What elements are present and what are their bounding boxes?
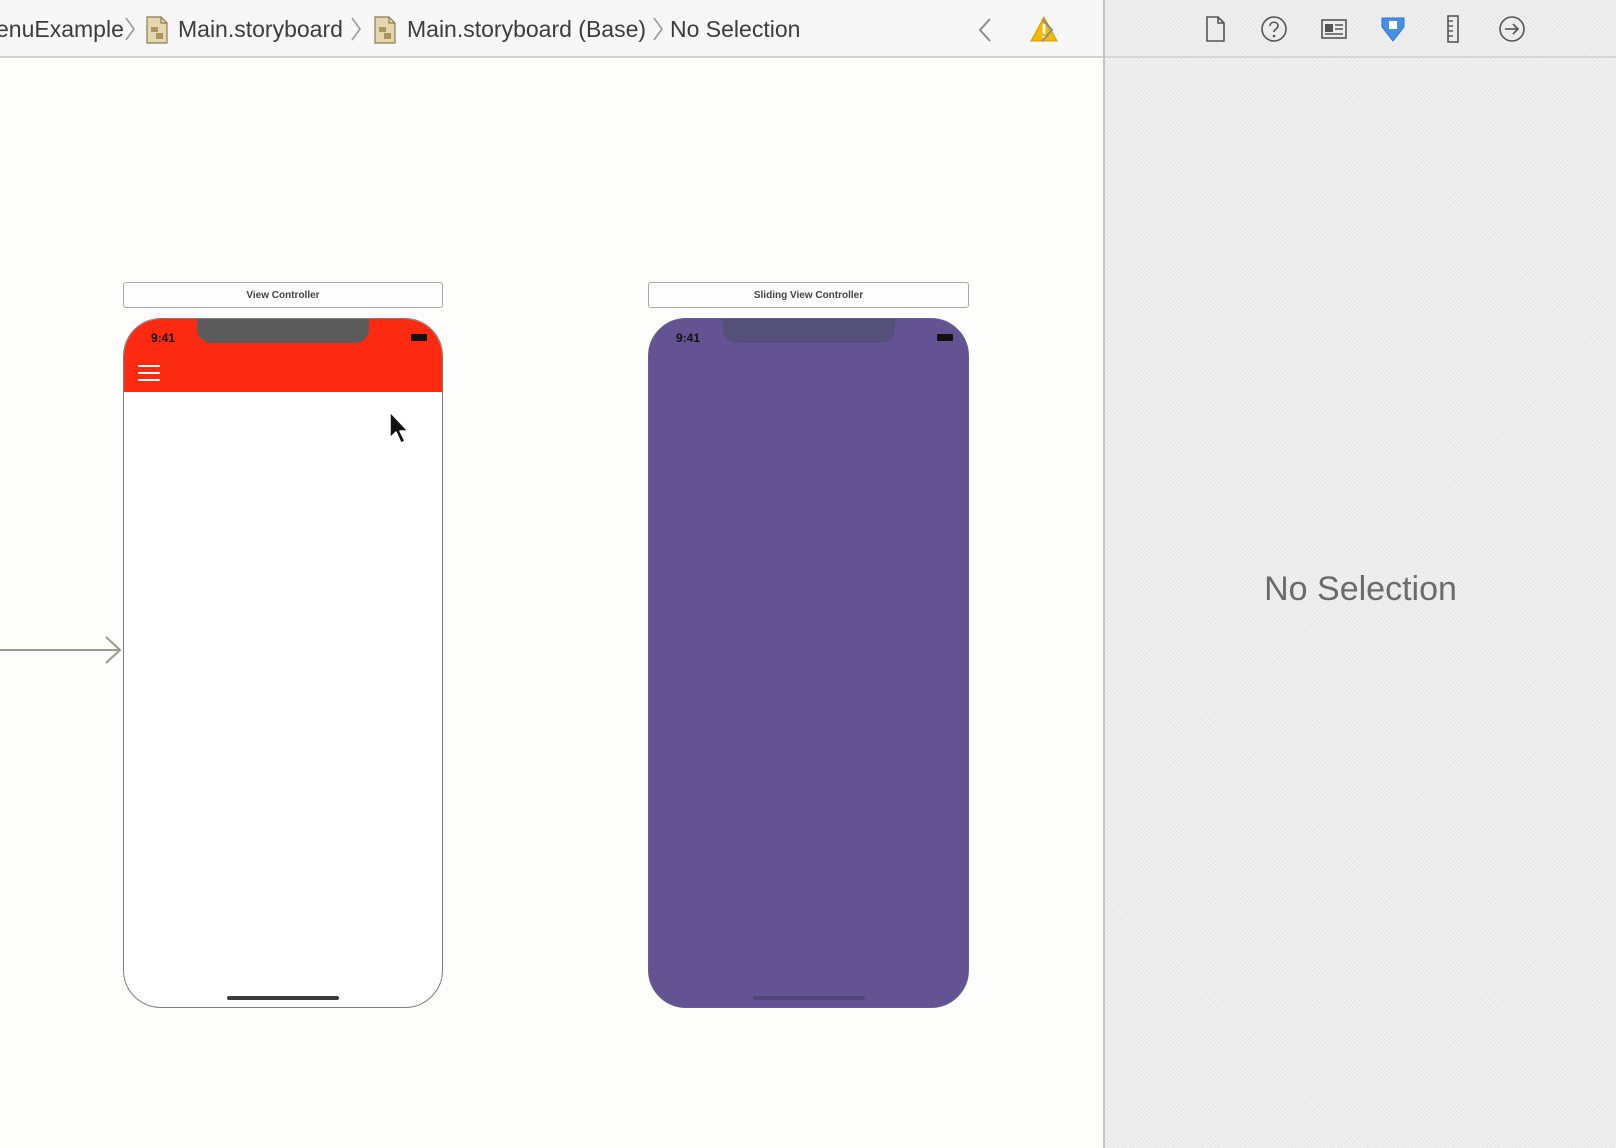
identity-inspector-icon[interactable] [1319,14,1349,44]
device-notch [197,319,369,343]
breadcrumb-separator-icon [125,17,135,41]
chevron-right-icon[interactable] [1038,16,1056,44]
status-bar-time: 9:41 [151,331,176,345]
breadcrumb-project[interactable]: enuExample [0,0,124,58]
quick-help-icon[interactable] [1259,14,1289,44]
hamburger-menu-icon[interactable] [138,365,160,381]
battery-icon [937,334,953,341]
sliding-view-controller-scene[interactable]: 9:41 [648,318,969,1008]
home-indicator [227,996,339,1000]
breadcrumb-storyboard-base[interactable]: Main.storyboard (Base) [407,0,646,58]
storyboard-file-icon [374,16,396,44]
device-notch [722,319,895,343]
scene-title-view-controller[interactable]: View Controller [123,282,443,308]
attributes-inspector-icon[interactable] [1378,14,1408,44]
breadcrumb: enuExample Main.storyboard Main.storyboa… [0,0,1103,58]
breadcrumb-separator-icon [351,17,361,41]
breadcrumb-separator-icon [653,17,663,41]
scene-title-sliding-view-controller[interactable]: Sliding View Controller [648,282,969,308]
file-inspector-icon[interactable] [1200,14,1230,44]
storyboard-canvas[interactable]: View Controller 9:41 Sliding View Contro… [0,58,1103,1148]
breadcrumb-storyboard[interactable]: Main.storyboard [178,0,343,58]
xcode-interface-builder: enuExample Main.storyboard Main.storyboa… [0,0,1616,1148]
status-bar-time: 9:41 [676,331,701,345]
storyboard-file-icon [146,16,168,44]
mouse-cursor-icon [389,411,409,444]
battery-icon [411,334,427,341]
inspector-tab-bar [1105,0,1616,58]
size-inspector-icon[interactable] [1438,14,1468,44]
breadcrumb-no-selection[interactable]: No Selection [670,0,800,58]
chevron-left-icon[interactable] [976,16,994,44]
home-indicator [752,996,865,1000]
inspector-panel: No Selection [1103,0,1616,1148]
connections-inspector-icon[interactable] [1497,14,1527,44]
initial-controller-arrow-icon[interactable] [0,635,124,665]
inspector-empty-label: No Selection [1264,570,1457,608]
